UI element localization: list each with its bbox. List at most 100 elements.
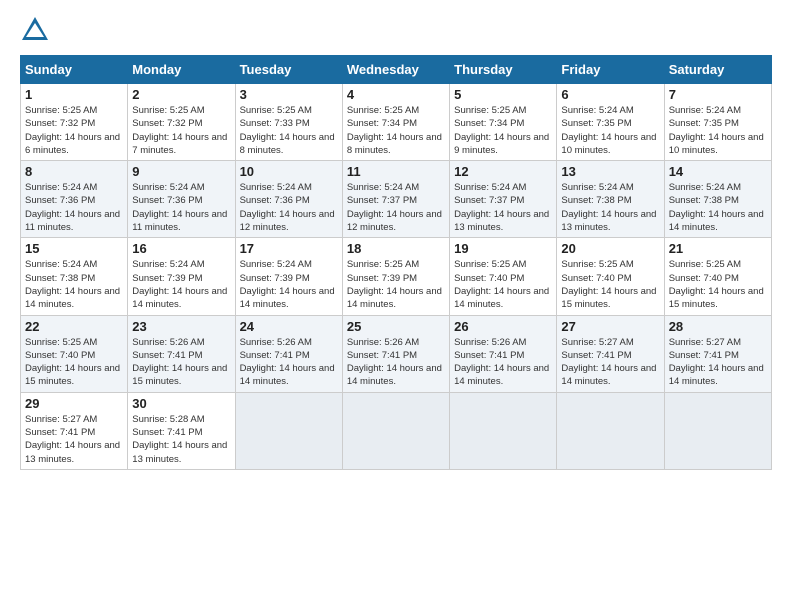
calendar-cell: 21 Sunrise: 5:25 AMSunset: 7:40 PMDayligh…	[664, 238, 771, 315]
calendar-cell: 22 Sunrise: 5:25 AMSunset: 7:40 PMDayligh…	[21, 315, 128, 392]
calendar-header-wednesday: Wednesday	[342, 56, 449, 84]
day-info: Sunrise: 5:26 AMSunset: 7:41 PMDaylight:…	[347, 336, 445, 389]
day-info: Sunrise: 5:27 AMSunset: 7:41 PMDaylight:…	[669, 336, 767, 389]
calendar-cell: 9 Sunrise: 5:24 AMSunset: 7:36 PMDaylight…	[128, 161, 235, 238]
day-number: 2	[132, 87, 230, 102]
day-number: 15	[25, 241, 123, 256]
day-number: 12	[454, 164, 552, 179]
day-info: Sunrise: 5:24 AMSunset: 7:35 PMDaylight:…	[669, 104, 767, 157]
day-number: 19	[454, 241, 552, 256]
calendar-cell: 2 Sunrise: 5:25 AMSunset: 7:32 PMDaylight…	[128, 84, 235, 161]
calendar-cell: 19 Sunrise: 5:25 AMSunset: 7:40 PMDayligh…	[450, 238, 557, 315]
calendar-week-1: 1 Sunrise: 5:25 AMSunset: 7:32 PMDaylight…	[21, 84, 772, 161]
calendar-cell: 3 Sunrise: 5:25 AMSunset: 7:33 PMDaylight…	[235, 84, 342, 161]
calendar-cell	[664, 392, 771, 469]
day-info: Sunrise: 5:24 AMSunset: 7:39 PMDaylight:…	[240, 258, 338, 311]
calendar-cell: 1 Sunrise: 5:25 AMSunset: 7:32 PMDaylight…	[21, 84, 128, 161]
day-number: 13	[561, 164, 659, 179]
calendar-cell: 23Sunrise: 5:26 AMSunset: 7:41 PMDayligh…	[128, 315, 235, 392]
calendar-body: 1 Sunrise: 5:25 AMSunset: 7:32 PMDaylight…	[21, 84, 772, 470]
calendar-cell: 27 Sunrise: 5:27 AMSunset: 7:41 PMDayligh…	[557, 315, 664, 392]
day-number: 28	[669, 319, 767, 334]
calendar-cell: 8 Sunrise: 5:24 AMSunset: 7:36 PMDaylight…	[21, 161, 128, 238]
calendar-week-2: 8 Sunrise: 5:24 AMSunset: 7:36 PMDaylight…	[21, 161, 772, 238]
calendar-header-monday: Monday	[128, 56, 235, 84]
day-number: 26	[454, 319, 552, 334]
calendar-cell: 17Sunrise: 5:24 AMSunset: 7:39 PMDayligh…	[235, 238, 342, 315]
day-info: Sunrise: 5:24 AMSunset: 7:39 PMDaylight:…	[132, 258, 230, 311]
day-info: Sunrise: 5:25 AMSunset: 7:40 PMDaylight:…	[669, 258, 767, 311]
day-info: Sunrise: 5:24 AMSunset: 7:37 PMDaylight:…	[454, 181, 552, 234]
day-info: Sunrise: 5:24 AMSunset: 7:36 PMDaylight:…	[25, 181, 123, 234]
day-info: Sunrise: 5:24 AMSunset: 7:36 PMDaylight:…	[240, 181, 338, 234]
day-info: Sunrise: 5:28 AMSunset: 7:41 PMDaylight:…	[132, 413, 230, 466]
calendar-cell	[342, 392, 449, 469]
day-info: Sunrise: 5:25 AMSunset: 7:32 PMDaylight:…	[132, 104, 230, 157]
calendar: SundayMondayTuesdayWednesdayThursdayFrid…	[20, 55, 772, 470]
calendar-cell: 24 Sunrise: 5:26 AMSunset: 7:41 PMDayligh…	[235, 315, 342, 392]
day-number: 24	[240, 319, 338, 334]
calendar-cell: 18 Sunrise: 5:25 AMSunset: 7:39 PMDayligh…	[342, 238, 449, 315]
day-info: Sunrise: 5:25 AMSunset: 7:40 PMDaylight:…	[561, 258, 659, 311]
calendar-cell: 15Sunrise: 5:24 AMSunset: 7:38 PMDayligh…	[21, 238, 128, 315]
day-info: Sunrise: 5:25 AMSunset: 7:39 PMDaylight:…	[347, 258, 445, 311]
day-number: 21	[669, 241, 767, 256]
logo	[20, 15, 54, 45]
day-number: 5	[454, 87, 552, 102]
calendar-cell	[235, 392, 342, 469]
day-info: Sunrise: 5:26 AMSunset: 7:41 PMDaylight:…	[454, 336, 552, 389]
calendar-cell: 13Sunrise: 5:24 AMSunset: 7:38 PMDayligh…	[557, 161, 664, 238]
day-number: 30	[132, 396, 230, 411]
day-number: 6	[561, 87, 659, 102]
calendar-header-row: SundayMondayTuesdayWednesdayThursdayFrid…	[21, 56, 772, 84]
calendar-cell: 20 Sunrise: 5:25 AMSunset: 7:40 PMDayligh…	[557, 238, 664, 315]
day-number: 4	[347, 87, 445, 102]
day-number: 9	[132, 164, 230, 179]
day-number: 20	[561, 241, 659, 256]
day-info: Sunrise: 5:24 AMSunset: 7:37 PMDaylight:…	[347, 181, 445, 234]
day-info: Sunrise: 5:24 AMSunset: 7:36 PMDaylight:…	[132, 181, 230, 234]
day-number: 10	[240, 164, 338, 179]
calendar-cell: 7 Sunrise: 5:24 AMSunset: 7:35 PMDaylight…	[664, 84, 771, 161]
day-number: 29	[25, 396, 123, 411]
calendar-cell: 5 Sunrise: 5:25 AMSunset: 7:34 PMDaylight…	[450, 84, 557, 161]
day-info: Sunrise: 5:25 AMSunset: 7:34 PMDaylight:…	[454, 104, 552, 157]
day-info: Sunrise: 5:26 AMSunset: 7:41 PMDaylight:…	[240, 336, 338, 389]
calendar-cell: 30 Sunrise: 5:28 AMSunset: 7:41 PMDayligh…	[128, 392, 235, 469]
day-number: 16	[132, 241, 230, 256]
day-number: 7	[669, 87, 767, 102]
day-info: Sunrise: 5:25 AMSunset: 7:34 PMDaylight:…	[347, 104, 445, 157]
day-number: 3	[240, 87, 338, 102]
day-info: Sunrise: 5:25 AMSunset: 7:33 PMDaylight:…	[240, 104, 338, 157]
day-number: 8	[25, 164, 123, 179]
day-info: Sunrise: 5:25 AMSunset: 7:40 PMDaylight:…	[454, 258, 552, 311]
calendar-cell: 4 Sunrise: 5:25 AMSunset: 7:34 PMDaylight…	[342, 84, 449, 161]
day-number: 14	[669, 164, 767, 179]
calendar-header-friday: Friday	[557, 56, 664, 84]
calendar-cell: 10 Sunrise: 5:24 AMSunset: 7:36 PMDayligh…	[235, 161, 342, 238]
day-info: Sunrise: 5:26 AMSunset: 7:41 PMDaylight:…	[132, 336, 230, 389]
day-info: Sunrise: 5:27 AMSunset: 7:41 PMDaylight:…	[25, 413, 123, 466]
day-info: Sunrise: 5:24 AMSunset: 7:38 PMDaylight:…	[669, 181, 767, 234]
day-info: Sunrise: 5:27 AMSunset: 7:41 PMDaylight:…	[561, 336, 659, 389]
day-number: 18	[347, 241, 445, 256]
header	[20, 15, 772, 45]
calendar-header-sunday: Sunday	[21, 56, 128, 84]
day-info: Sunrise: 5:25 AMSunset: 7:32 PMDaylight:…	[25, 104, 123, 157]
calendar-cell: 25Sunrise: 5:26 AMSunset: 7:41 PMDayligh…	[342, 315, 449, 392]
calendar-header-saturday: Saturday	[664, 56, 771, 84]
day-info: Sunrise: 5:25 AMSunset: 7:40 PMDaylight:…	[25, 336, 123, 389]
day-number: 1	[25, 87, 123, 102]
calendar-cell: 6 Sunrise: 5:24 AMSunset: 7:35 PMDaylight…	[557, 84, 664, 161]
day-number: 27	[561, 319, 659, 334]
calendar-week-5: 29 Sunrise: 5:27 AMSunset: 7:41 PMDayligh…	[21, 392, 772, 469]
calendar-week-3: 15Sunrise: 5:24 AMSunset: 7:38 PMDayligh…	[21, 238, 772, 315]
day-number: 22	[25, 319, 123, 334]
calendar-cell	[557, 392, 664, 469]
calendar-cell: 28 Sunrise: 5:27 AMSunset: 7:41 PMDayligh…	[664, 315, 771, 392]
calendar-cell: 26 Sunrise: 5:26 AMSunset: 7:41 PMDayligh…	[450, 315, 557, 392]
calendar-cell: 12 Sunrise: 5:24 AMSunset: 7:37 PMDayligh…	[450, 161, 557, 238]
calendar-header-tuesday: Tuesday	[235, 56, 342, 84]
calendar-cell: 11Sunrise: 5:24 AMSunset: 7:37 PMDayligh…	[342, 161, 449, 238]
day-info: Sunrise: 5:24 AMSunset: 7:35 PMDaylight:…	[561, 104, 659, 157]
